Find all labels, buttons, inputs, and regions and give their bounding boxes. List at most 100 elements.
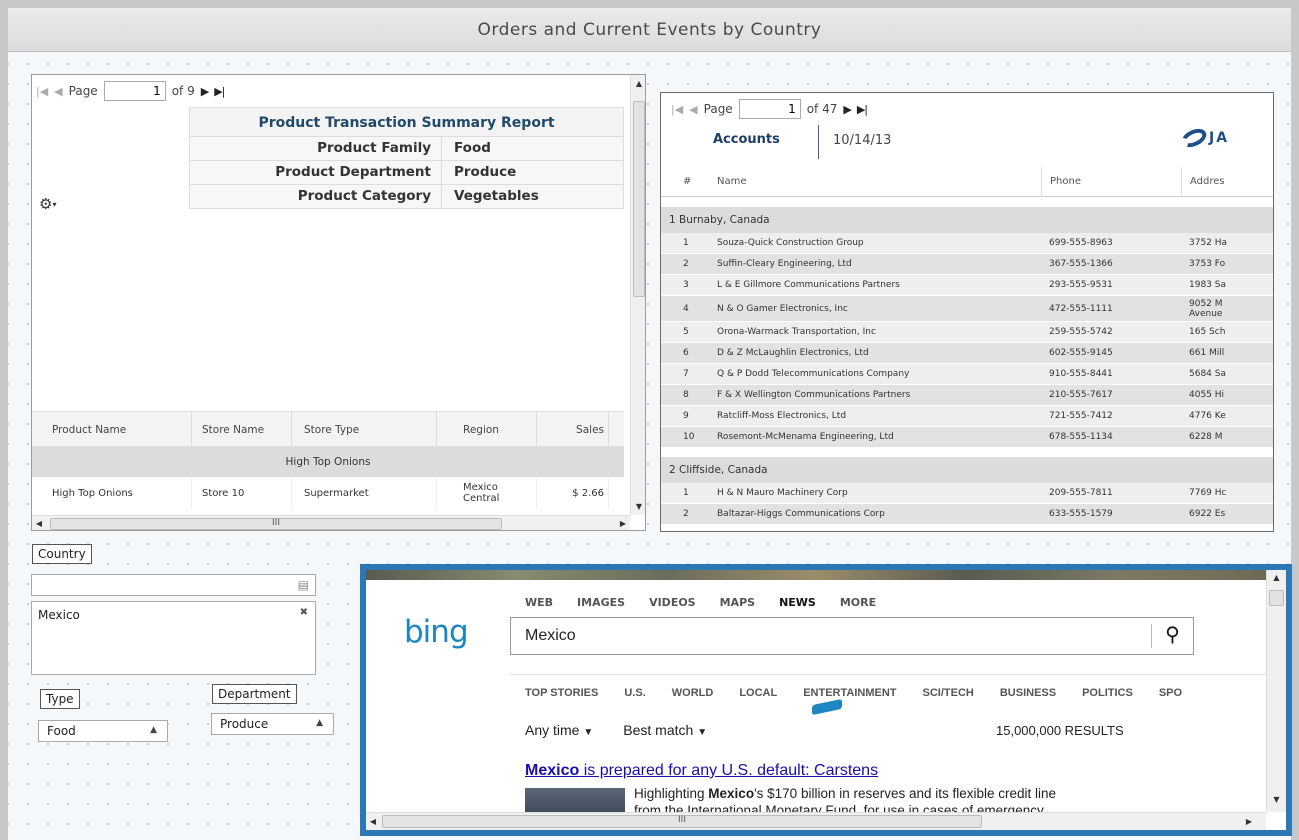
table-row: 2 Baltazar-Higgs Communications Corp 633-5… <box>661 504 1273 525</box>
table-row: 4 N & O Gamer Electronics, Inc 472-555-111… <box>661 296 1273 322</box>
search-icon[interactable]: ⚲ <box>1151 624 1193 648</box>
country-selected-list[interactable]: Mexico ✖ <box>31 601 316 675</box>
col-store-name[interactable]: Store Name <box>192 412 292 447</box>
cat-us[interactable]: U.S. <box>624 687 645 699</box>
cell-address: 165 Sch <box>1189 327 1226 337</box>
table-row: 1 H & N Mauro Machinery Corp 209-555-7811 7… <box>661 483 1273 504</box>
cat-entertainment[interactable]: ENTERTAINMENT <box>803 687 896 699</box>
nav-images[interactable]: IMAGES <box>577 596 625 609</box>
col-number[interactable]: # <box>661 167 701 197</box>
cell-name: Rosemont-McMenama Engineering, Ltd <box>717 432 894 442</box>
cell-name: H & N Mauro Machinery Corp <box>717 488 848 498</box>
cat-business[interactable]: BUSINESS <box>1000 687 1056 699</box>
param-value: Produce <box>454 164 517 180</box>
page-number-input[interactable] <box>738 99 801 119</box>
next-page-icon[interactable]: ▶ <box>201 85 210 98</box>
last-page-icon[interactable]: ▶| <box>214 85 225 98</box>
cat-sports[interactable]: SPO <box>1159 687 1182 699</box>
cat-politics[interactable]: POLITICS <box>1082 687 1133 699</box>
list-icon[interactable]: ▤ <box>298 578 309 592</box>
cell-store-type: Supermarket <box>292 477 437 509</box>
scroll-up-icon[interactable]: ▲ <box>631 79 645 88</box>
prev-page-icon[interactable]: ◀ <box>689 103 697 116</box>
cell-number: 2 <box>683 259 689 269</box>
param-label: Product Family <box>190 137 442 160</box>
last-page-icon[interactable]: ▶| <box>857 103 868 116</box>
cell-address: 7769 Hc <box>1189 488 1227 498</box>
scroll-thumb[interactable] <box>1269 590 1284 606</box>
col-name[interactable]: Name <box>701 167 1041 197</box>
scroll-left-icon[interactable]: ◀ <box>366 817 380 826</box>
left-vertical-scrollbar[interactable]: ▲ ▼ <box>630 75 645 515</box>
param-value: Food <box>454 140 491 156</box>
table-header: # Name Phone Addres <box>661 167 1273 197</box>
col-phone[interactable]: Phone <box>1041 167 1181 197</box>
scroll-right-icon[interactable]: ▶ <box>616 519 630 528</box>
cell-phone: 367-555-1366 <box>1049 259 1113 269</box>
bing-logo[interactable]: bing <box>404 614 469 650</box>
sort-filter-dropdown[interactable]: Best match ▼ <box>623 722 707 738</box>
scroll-thumb[interactable] <box>633 101 645 297</box>
first-page-icon[interactable]: |◀ <box>671 103 683 116</box>
cell-address: 9052 M Avenue <box>1189 298 1223 319</box>
param-value: Vegetables <box>454 188 539 204</box>
group-header: 2 Cliffside, Canada <box>661 457 1273 483</box>
cat-local[interactable]: LOCAL <box>739 687 777 699</box>
bing-search-input[interactable]: Mexico ⚲ <box>510 617 1194 655</box>
result-title-link[interactable]: Mexico is prepared for any U.S. default:… <box>525 762 878 780</box>
group-header: High Top Onions <box>32 447 624 477</box>
col-region[interactable]: Region <box>437 412 537 447</box>
col-product-name[interactable]: Product Name <box>32 412 192 447</box>
country-search-input[interactable]: ▤ <box>31 574 316 596</box>
department-select[interactable]: Produce ▲ <box>211 713 334 735</box>
scroll-thumb[interactable]: III <box>382 815 982 828</box>
prev-page-icon[interactable]: ◀ <box>54 85 62 98</box>
department-filter-label: Department <box>212 684 297 704</box>
country-filter-label: Country <box>32 544 92 564</box>
cat-top-stories[interactable]: TOP STORIES <box>525 687 598 699</box>
bing-horizontal-scrollbar[interactable]: ◀ III ▶ <box>366 812 1266 830</box>
group-header: 1 Burnaby, Canada <box>661 207 1273 233</box>
left-horizontal-scrollbar[interactable]: ◀ III ▶ <box>32 515 630 530</box>
cat-scitech[interactable]: SCI/TECH <box>923 687 974 699</box>
param-label: Product Category <box>190 185 442 208</box>
cell-number: 4 <box>683 303 689 314</box>
next-page-icon[interactable]: ▶ <box>843 103 852 116</box>
col-address[interactable]: Addres <box>1181 167 1273 197</box>
nav-more[interactable]: MORE <box>840 596 876 609</box>
cell-address: 661 Mill <box>1189 348 1225 358</box>
cell-phone: 210-555-7617 <box>1049 390 1113 400</box>
report-title: Accounts <box>713 132 780 147</box>
scroll-down-icon[interactable]: ▼ <box>1267 795 1286 804</box>
col-store-type[interactable]: Store Type <box>292 412 437 447</box>
nav-web[interactable]: WEB <box>525 596 553 609</box>
nav-maps[interactable]: MAPS <box>720 596 755 609</box>
time-filter-dropdown[interactable]: Any time ▼ <box>525 722 593 738</box>
page-number-input[interactable] <box>103 81 166 101</box>
cell-number: 2 <box>683 509 689 519</box>
scroll-right-icon[interactable]: ▶ <box>1242 817 1256 826</box>
col-sales[interactable]: Sales <box>537 412 609 447</box>
cell-number: 6 <box>683 348 689 358</box>
type-select[interactable]: Food ▲ <box>38 720 168 742</box>
nav-videos[interactable]: VIDEOS <box>649 596 696 609</box>
settings-gear-icon[interactable]: ⚙▾ <box>39 195 56 213</box>
scroll-down-icon[interactable]: ▼ <box>631 502 645 511</box>
table-header: Product Name Store Name Store Type Regio… <box>32 411 624 447</box>
param-row: Product Category Vegetables <box>189 185 624 209</box>
scroll-up-icon[interactable]: ▲ <box>1267 573 1286 582</box>
cell-name: Q & P Dodd Telecommunications Company <box>717 369 910 379</box>
cell-name: F & X Wellington Communications Partners <box>717 390 911 400</box>
scroll-thumb[interactable]: III <box>50 518 502 530</box>
cat-world[interactable]: WORLD <box>672 687 714 699</box>
first-page-icon[interactable]: |◀ <box>36 85 48 98</box>
chevron-up-icon[interactable]: ▲ <box>150 725 157 735</box>
bing-vertical-nav: WEB IMAGES VIDEOS MAPS NEWS MORE <box>525 596 876 609</box>
nav-news[interactable]: NEWS <box>779 596 816 609</box>
chevron-up-icon[interactable]: ▲ <box>316 718 323 728</box>
bing-vertical-scrollbar[interactable]: ▲ ▼ <box>1266 570 1286 812</box>
scroll-left-icon[interactable]: ◀ <box>32 519 46 528</box>
left-pager: |◀ ◀ Page of 9 ▶ ▶| <box>36 81 225 101</box>
cell-address: 3752 Ha <box>1189 238 1228 248</box>
remove-icon[interactable]: ✖ <box>300 607 308 618</box>
